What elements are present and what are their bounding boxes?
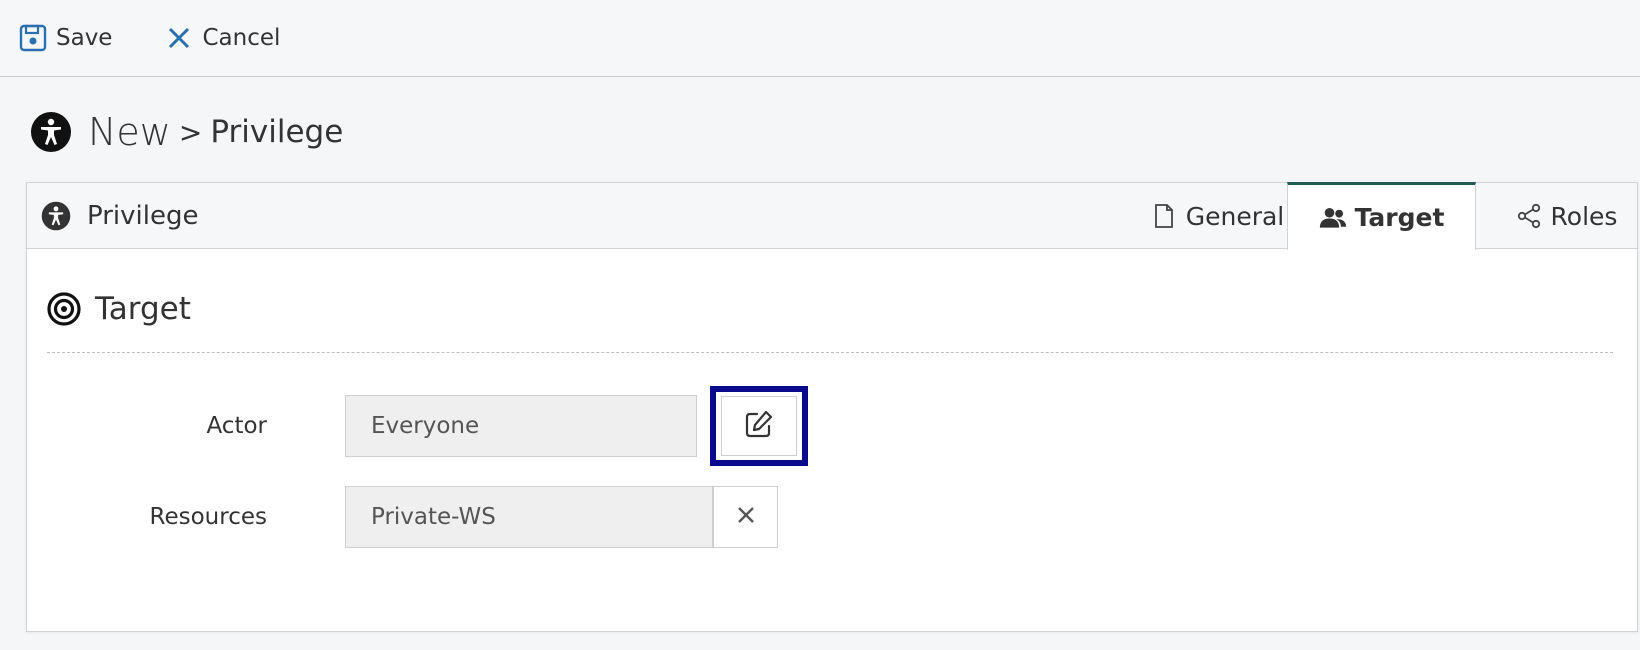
edit-actor-button-inner — [721, 396, 797, 456]
close-x-icon — [164, 23, 194, 53]
title-separator: > — [178, 115, 203, 149]
tab-target[interactable]: Target — [1287, 182, 1476, 250]
save-label: Save — [56, 25, 113, 51]
section-title: Target — [47, 287, 191, 331]
clear-resources-button[interactable] — [713, 486, 778, 548]
tab-roles-label: Roles — [1550, 201, 1618, 231]
accessibility-icon — [41, 201, 71, 231]
tab-general-label: General — [1185, 201, 1285, 231]
page-title: New > Privilege — [30, 106, 343, 158]
save-button[interactable]: Save — [18, 18, 124, 58]
actor-label: Actor — [206, 413, 267, 439]
panel-header-label: Privilege — [87, 201, 199, 231]
resources-field[interactable]: Private-WS — [345, 486, 713, 548]
document-icon — [1150, 202, 1178, 230]
section-title-label: Target — [95, 291, 191, 327]
bullseye-icon — [47, 292, 81, 326]
tab-roles[interactable]: Roles — [1495, 183, 1637, 249]
users-icon — [1319, 204, 1347, 232]
floppy-disk-icon — [18, 23, 48, 53]
accessibility-icon — [30, 111, 72, 153]
panel-header: Privilege General Target Roles — [27, 182, 1637, 250]
cancel-label: Cancel — [202, 25, 281, 51]
edit-actor-button[interactable] — [710, 386, 808, 466]
section-divider — [47, 352, 1613, 353]
cancel-button[interactable]: Cancel — [164, 18, 292, 58]
edit-icon — [744, 409, 774, 443]
tab-target-label: Target — [1354, 203, 1445, 232]
actor-field[interactable]: Everyone — [345, 395, 697, 457]
share-nodes-icon — [1515, 202, 1543, 230]
title-entity: Privilege — [210, 114, 344, 150]
close-x-icon — [736, 505, 756, 529]
tab-general[interactable]: General — [1122, 183, 1312, 249]
title-new: New — [88, 110, 171, 154]
panel-header-title: Privilege — [41, 183, 198, 249]
resources-label: Resources — [149, 504, 267, 530]
toolbar: Save Cancel — [0, 0, 1640, 77]
privilege-panel: Privilege General Target Roles Target Ac… — [26, 182, 1638, 632]
